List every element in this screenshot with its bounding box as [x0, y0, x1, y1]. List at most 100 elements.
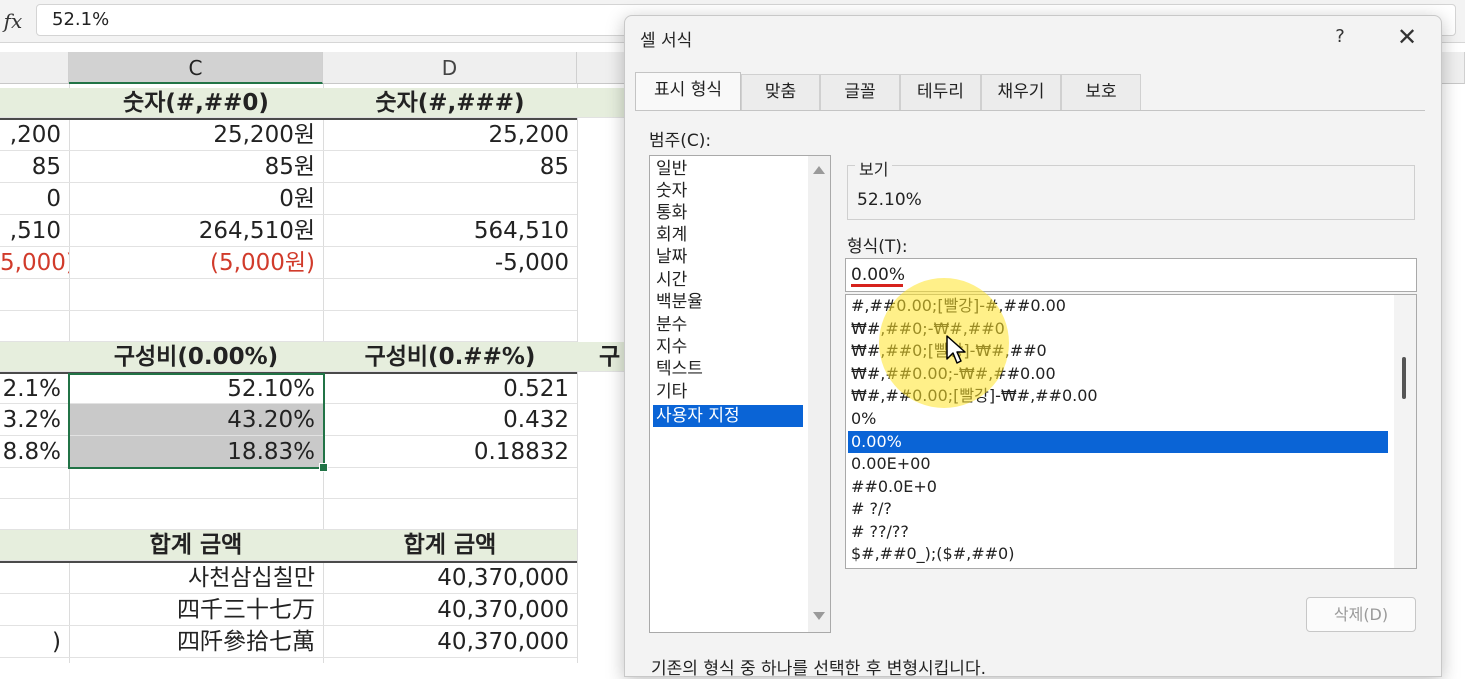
category-item[interactable]: 숫자 — [653, 180, 803, 202]
format-item[interactable]: ₩#,##0;-₩#,##0 — [848, 318, 1388, 340]
table-cell[interactable]: 0 — [0, 183, 69, 215]
table-cell[interactable]: ,200 — [0, 120, 69, 151]
format-item[interactable]: ₩#,##0.00;-₩#,##0.00 — [848, 363, 1388, 385]
category-item[interactable]: 회계 — [653, 224, 803, 246]
empty-row[interactable] — [0, 468, 577, 499]
table-cell[interactable] — [0, 563, 69, 594]
format-item[interactable]: $#,##0_);($#,##0) — [848, 543, 1388, 565]
scroll-down-icon[interactable] — [813, 612, 825, 620]
fx-icon[interactable]: fx — [0, 6, 26, 36]
table-cell[interactable]: 5,000) — [0, 247, 69, 279]
table-cell[interactable]: 사천삼십칠만 — [69, 563, 323, 594]
table-cell[interactable]: 25,200원 — [69, 120, 323, 151]
table-cell[interactable]: 40,370,000 — [323, 626, 577, 658]
table-cell[interactable]: 0.432 — [323, 404, 577, 436]
format-item[interactable]: ₩#,##0.00;[빨강]-₩#,##0.00 — [848, 385, 1388, 407]
scroll-thumb[interactable] — [1402, 357, 1406, 399]
table-cell[interactable]: -5,000 — [323, 247, 577, 279]
category-scrollbar[interactable] — [808, 156, 830, 632]
category-item[interactable]: 지수 — [653, 336, 803, 358]
table-cell[interactable]: 2.1% — [0, 374, 69, 404]
preview-value: 52.10% — [857, 190, 922, 210]
delete-button[interactable]: 삭제(D) — [1306, 597, 1416, 632]
table-cell[interactable]: 52.10% — [69, 374, 323, 404]
column-header-d[interactable]: D — [323, 52, 577, 84]
format-input[interactable]: 0.00% — [845, 258, 1417, 292]
tab-border[interactable]: 테두리 — [900, 74, 981, 110]
format-list[interactable]: #,##0.00;[빨강]-#,##0.00 ₩#,##0;-₩#,##0 ₩#… — [845, 294, 1417, 569]
category-item[interactable]: 시간 — [653, 269, 803, 291]
category-item[interactable]: 일반 — [653, 158, 803, 180]
category-item[interactable]: 텍스트 — [653, 358, 803, 380]
table-cell[interactable]: 85 — [0, 151, 69, 183]
header-cell[interactable]: 구성비(0.##%) — [323, 342, 577, 372]
header-cell[interactable] — [0, 342, 69, 372]
column-header-b[interactable] — [0, 52, 69, 84]
format-item[interactable]: ₩#,##0;[빨강]-₩#,##0 — [848, 340, 1388, 362]
category-item[interactable]: 기타 — [653, 381, 803, 403]
table-cell[interactable]: 0원 — [69, 183, 323, 215]
tab-protection[interactable]: 보호 — [1061, 74, 1141, 110]
format-label: 형식(T): — [847, 237, 908, 257]
table-cell[interactable]: ) — [0, 626, 69, 658]
category-label: 범주(C): — [649, 131, 712, 151]
format-item[interactable]: # ?/? — [848, 498, 1388, 520]
header-cell[interactable]: 숫자(#,###) — [323, 88, 577, 118]
header-cell[interactable]: 숫자(#,##0) — [69, 88, 323, 118]
table-cell[interactable]: 85원 — [69, 151, 323, 183]
gridline — [577, 84, 578, 663]
table-cell[interactable]: 18.83% — [69, 436, 323, 468]
table-cell[interactable]: 43.20% — [69, 404, 323, 436]
format-item[interactable]: # ??/?? — [848, 521, 1388, 543]
header-cell[interactable]: 구 — [577, 342, 625, 372]
tab-font[interactable]: 글꼴 — [820, 74, 900, 110]
table-cell[interactable]: 3.2% — [0, 404, 69, 436]
table-cell[interactable]: 564,510 — [323, 215, 577, 247]
table-cell[interactable]: 0.18832 — [323, 436, 577, 468]
header-cell[interactable]: 합계 금액 — [323, 530, 577, 561]
column-header-c[interactable]: C — [69, 52, 323, 84]
table-cell[interactable]: 四千三十七万 — [69, 594, 323, 626]
table-cell[interactable] — [0, 594, 69, 626]
table-cell[interactable]: 8.8% — [0, 436, 69, 468]
category-item[interactable]: 통화 — [653, 202, 803, 224]
category-item[interactable]: 분수 — [653, 314, 803, 336]
format-item[interactable]: #,##0.00;[빨강]-#,##0.00 — [848, 295, 1388, 317]
format-item[interactable]: 0% — [848, 408, 1388, 430]
close-button[interactable]: ✕ — [1390, 20, 1424, 54]
format-item[interactable]: ##0.0E+0 — [848, 476, 1388, 498]
help-button[interactable]: ? — [1325, 22, 1355, 52]
header-cell[interactable]: 합계 금액 — [69, 530, 323, 561]
format-item-selected[interactable]: 0.00% — [848, 431, 1388, 453]
table-cell[interactable]: 0.521 — [323, 374, 577, 404]
format-item[interactable]: 0.00E+00 — [848, 453, 1388, 475]
table-cell[interactable] — [323, 183, 577, 215]
category-item[interactable]: 날짜 — [653, 246, 803, 268]
red-underline-annotation — [851, 284, 903, 287]
category-item-selected[interactable]: 사용자 지정 — [653, 405, 803, 427]
table-cell[interactable]: 40,370,000 — [323, 594, 577, 626]
table-cell[interactable]: 85 — [323, 151, 577, 183]
preview-label: 보기 — [855, 156, 893, 180]
header-cell[interactable] — [0, 88, 69, 118]
header-cell[interactable] — [577, 88, 625, 118]
tab-alignment[interactable]: 맞춤 — [741, 74, 820, 110]
table-cell[interactable]: 四阡參拾七萬 — [69, 626, 323, 658]
table-cell[interactable]: (5,000원) — [69, 247, 323, 279]
tab-number[interactable]: 표시 형식 — [635, 72, 741, 111]
empty-row[interactable] — [0, 499, 577, 530]
tab-fill[interactable]: 채우기 — [981, 74, 1061, 110]
category-list[interactable]: 일반 숫자 통화 회계 날짜 시간 백분율 분수 지수 텍스트 기타 사용자 지… — [649, 155, 831, 633]
header-cell[interactable] — [0, 530, 69, 561]
category-item[interactable]: 백분율 — [653, 291, 803, 313]
empty-row[interactable] — [0, 311, 577, 342]
header-cell[interactable]: 구성비(0.00%) — [69, 342, 323, 372]
table-cell[interactable]: 264,510원 — [69, 215, 323, 247]
table-cell[interactable]: ,510 — [0, 215, 69, 247]
empty-row[interactable] — [0, 279, 577, 311]
format-scrollbar[interactable] — [1394, 295, 1416, 568]
format-cells-dialog: 셀 서식 ? ✕ 표시 형식 맞춤 글꼴 테두리 채우기 보호 범주(C): 일… — [624, 15, 1442, 679]
table-cell[interactable]: 25,200 — [323, 120, 577, 151]
scroll-up-icon[interactable] — [813, 166, 825, 174]
table-cell[interactable]: 40,370,000 — [323, 563, 577, 594]
